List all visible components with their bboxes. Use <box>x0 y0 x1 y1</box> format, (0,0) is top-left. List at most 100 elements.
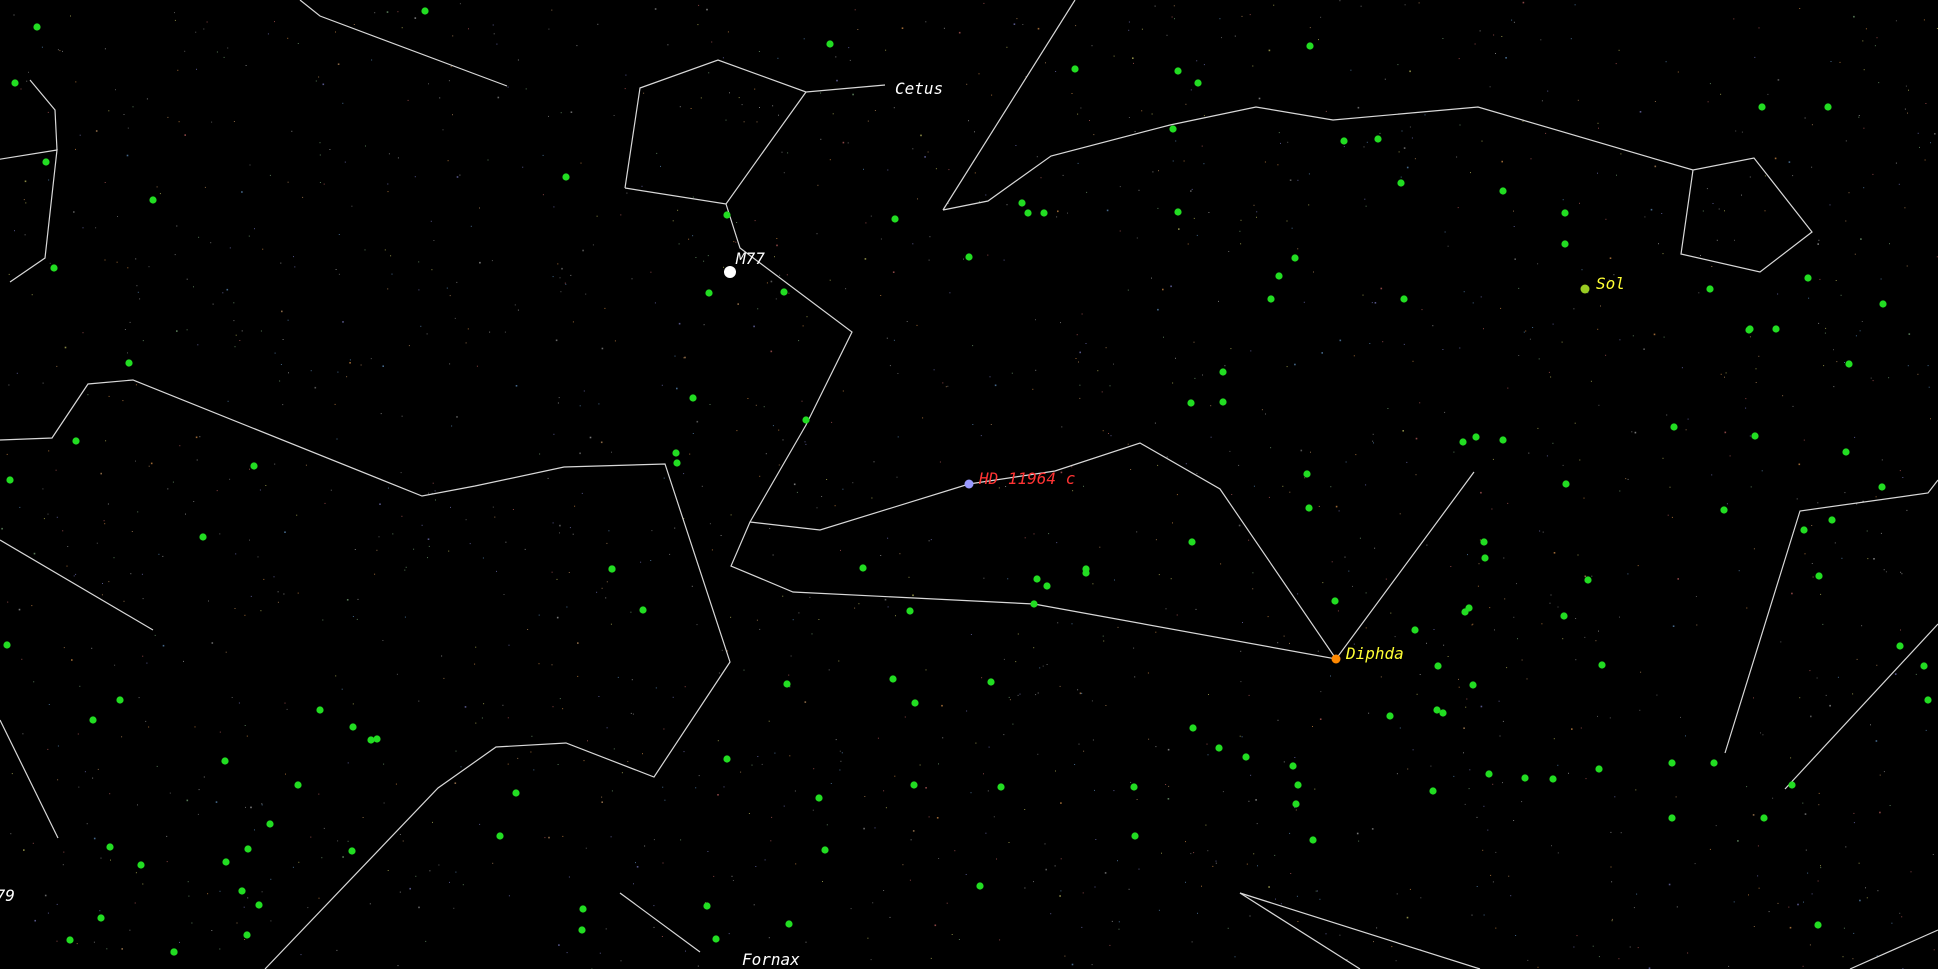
background-star <box>721 649 723 651</box>
background-star <box>983 773 984 775</box>
sol-marker[interactable] <box>1580 284 1590 294</box>
background-star <box>697 24 699 26</box>
background-star <box>709 404 711 405</box>
background-star <box>93 837 96 840</box>
background-star <box>421 524 423 526</box>
background-star <box>1845 140 1847 142</box>
background-star <box>1113 55 1115 57</box>
background-star <box>695 787 697 789</box>
background-star <box>335 31 336 33</box>
background-star <box>409 887 411 890</box>
background-star <box>1843 927 1845 929</box>
background-star <box>430 220 432 222</box>
background-star <box>261 891 263 893</box>
background-star <box>820 138 822 140</box>
background-star <box>661 384 663 386</box>
background-star <box>1067 212 1068 214</box>
background-star <box>1493 34 1495 36</box>
background-star <box>1463 727 1465 729</box>
background-star <box>156 186 158 188</box>
star-marker-21 <box>1040 209 1048 217</box>
background-star <box>1817 502 1819 504</box>
star-marker-136 <box>294 781 302 789</box>
background-star <box>893 107 895 109</box>
background-star <box>1155 746 1157 748</box>
background-star <box>1507 502 1509 504</box>
background-star <box>1190 853 1192 855</box>
background-star <box>233 302 235 304</box>
star-marker-129 <box>244 845 252 853</box>
background-star <box>1685 735 1686 737</box>
background-star <box>624 88 626 90</box>
background-star <box>1219 18 1221 20</box>
background-star <box>707 851 709 852</box>
background-star <box>321 857 323 859</box>
background-star <box>925 787 927 789</box>
background-star <box>22 733 24 735</box>
background-star <box>1463 752 1464 754</box>
background-star <box>1185 881 1186 883</box>
star-marker-69 <box>1219 368 1227 376</box>
background-star <box>829 279 831 281</box>
background-star <box>1805 849 1807 851</box>
background-star <box>592 244 594 246</box>
background-star <box>683 473 685 475</box>
background-star <box>1202 374 1203 376</box>
background-star <box>1804 553 1806 555</box>
background-star <box>1365 484 1367 486</box>
background-star <box>1035 694 1037 696</box>
background-star <box>684 356 686 359</box>
background-star <box>100 472 102 475</box>
background-star <box>1895 20 1897 22</box>
background-star <box>418 289 420 291</box>
background-star <box>1755 382 1757 383</box>
background-star <box>92 777 94 779</box>
background-star <box>1550 376 1552 378</box>
background-star <box>357 598 359 600</box>
background-star <box>741 104 743 106</box>
background-star <box>62 864 64 866</box>
background-star <box>1667 514 1669 516</box>
background-star <box>821 496 823 497</box>
background-star <box>319 142 321 144</box>
background-star <box>1665 61 1667 63</box>
background-star <box>1758 887 1760 889</box>
background-star <box>1584 575 1587 578</box>
background-star <box>414 17 417 19</box>
background-star <box>1056 216 1058 218</box>
background-star <box>863 168 864 170</box>
background-star <box>733 241 735 243</box>
diphda-marker[interactable] <box>1331 654 1341 664</box>
background-star <box>1419 674 1421 675</box>
background-star <box>1082 892 1084 894</box>
background-star <box>1297 921 1299 922</box>
star-marker-68 <box>1188 538 1196 546</box>
background-star <box>114 664 116 666</box>
hd11964c-marker[interactable] <box>964 479 974 489</box>
background-star <box>134 902 136 904</box>
sky-chart-view[interactable]: Cetus M77 Sol HD 11964 c Diphda Fornax M… <box>0 0 1938 969</box>
background-star <box>1881 459 1883 461</box>
background-star <box>1811 563 1813 564</box>
background-star <box>1374 547 1376 549</box>
m77-marker[interactable] <box>724 266 736 278</box>
star-marker-85 <box>1331 597 1339 605</box>
background-star <box>1360 5 1362 7</box>
background-star <box>1796 498 1798 500</box>
background-star <box>1574 4 1576 6</box>
background-star <box>1530 158 1532 160</box>
background-star <box>186 329 188 331</box>
background-star <box>1185 841 1186 843</box>
background-star <box>557 402 559 404</box>
background-star <box>204 186 206 188</box>
background-star <box>158 553 160 555</box>
background-star <box>667 44 669 46</box>
background-star <box>1418 2 1420 4</box>
background-star <box>1749 435 1751 437</box>
background-star <box>454 782 457 784</box>
background-star <box>688 238 690 240</box>
background-star <box>613 115 615 116</box>
background-star <box>130 573 132 575</box>
background-star <box>912 243 914 245</box>
background-star <box>1725 372 1727 374</box>
